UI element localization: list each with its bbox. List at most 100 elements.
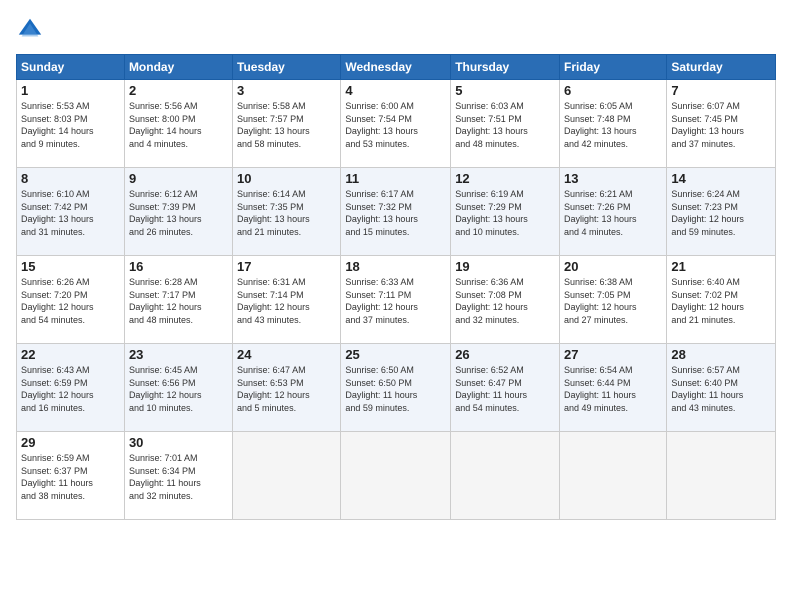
calendar-cell [341,432,451,520]
calendar-cell: 4 Sunrise: 6:00 AM Sunset: 7:54 PM Daylig… [341,80,451,168]
calendar-cell [451,432,560,520]
calendar-cell: 14 Sunrise: 6:24 AM Sunset: 7:23 PM Dayli… [667,168,776,256]
weekday-tuesday: Tuesday [233,55,341,80]
week-row-2: 8 Sunrise: 6:10 AM Sunset: 7:42 PM Daylig… [17,168,776,256]
calendar-cell: 29 Sunrise: 6:59 AM Sunset: 6:37 PM Dayli… [17,432,125,520]
day-number: 4 [345,83,446,98]
day-info: Sunrise: 6:54 AM Sunset: 6:44 PM Dayligh… [564,364,662,414]
day-info: Sunrise: 6:43 AM Sunset: 6:59 PM Dayligh… [21,364,120,414]
calendar-cell: 21 Sunrise: 6:40 AM Sunset: 7:02 PM Dayli… [667,256,776,344]
day-number: 17 [237,259,336,274]
calendar-cell: 20 Sunrise: 6:38 AM Sunset: 7:05 PM Dayli… [560,256,667,344]
weekday-friday: Friday [560,55,667,80]
day-number: 24 [237,347,336,362]
day-info: Sunrise: 5:53 AM Sunset: 8:03 PM Dayligh… [21,100,120,150]
day-info: Sunrise: 6:21 AM Sunset: 7:26 PM Dayligh… [564,188,662,238]
weekday-wednesday: Wednesday [341,55,451,80]
calendar-cell: 12 Sunrise: 6:19 AM Sunset: 7:29 PM Dayli… [451,168,560,256]
day-number: 21 [671,259,771,274]
day-number: 26 [455,347,555,362]
day-number: 16 [129,259,228,274]
day-number: 6 [564,83,662,98]
calendar-cell: 19 Sunrise: 6:36 AM Sunset: 7:08 PM Dayli… [451,256,560,344]
day-info: Sunrise: 6:33 AM Sunset: 7:11 PM Dayligh… [345,276,446,326]
day-info: Sunrise: 6:14 AM Sunset: 7:35 PM Dayligh… [237,188,336,238]
day-number: 13 [564,171,662,186]
calendar-cell [560,432,667,520]
day-number: 15 [21,259,120,274]
calendar-cell: 1Sunrise: 5:53 AM Sunset: 8:03 PM Daylig… [17,80,125,168]
day-number: 10 [237,171,336,186]
day-number: 22 [21,347,120,362]
day-info: Sunrise: 6:59 AM Sunset: 6:37 PM Dayligh… [21,452,120,502]
week-row-1: 1Sunrise: 5:53 AM Sunset: 8:03 PM Daylig… [17,80,776,168]
day-info: Sunrise: 7:01 AM Sunset: 6:34 PM Dayligh… [129,452,228,502]
calendar-cell: 11 Sunrise: 6:17 AM Sunset: 7:32 PM Dayli… [341,168,451,256]
calendar-cell: 13 Sunrise: 6:21 AM Sunset: 7:26 PM Dayli… [560,168,667,256]
calendar-cell: 15Sunrise: 6:26 AM Sunset: 7:20 PM Dayli… [17,256,125,344]
calendar-cell: 8 Sunrise: 6:10 AM Sunset: 7:42 PM Daylig… [17,168,125,256]
day-info: Sunrise: 6:12 AM Sunset: 7:39 PM Dayligh… [129,188,228,238]
weekday-thursday: Thursday [451,55,560,80]
day-info: Sunrise: 6:38 AM Sunset: 7:05 PM Dayligh… [564,276,662,326]
calendar-cell: 7Sunrise: 6:07 AM Sunset: 7:45 PM Daylig… [667,80,776,168]
day-info: Sunrise: 6:31 AM Sunset: 7:14 PM Dayligh… [237,276,336,326]
day-number: 20 [564,259,662,274]
calendar-cell [667,432,776,520]
day-number: 8 [21,171,120,186]
day-info: Sunrise: 6:05 AM Sunset: 7:48 PM Dayligh… [564,100,662,150]
day-info: Sunrise: 6:10 AM Sunset: 7:42 PM Dayligh… [21,188,120,238]
calendar-cell: 30 Sunrise: 7:01 AM Sunset: 6:34 PM Dayli… [124,432,232,520]
day-number: 3 [237,83,336,98]
day-number: 18 [345,259,446,274]
calendar-table: SundayMondayTuesdayWednesdayThursdayFrid… [16,54,776,520]
weekday-header-row: SundayMondayTuesdayWednesdayThursdayFrid… [17,55,776,80]
calendar-cell: 18 Sunrise: 6:33 AM Sunset: 7:11 PM Dayli… [341,256,451,344]
day-number: 29 [21,435,120,450]
day-info: Sunrise: 6:07 AM Sunset: 7:45 PM Dayligh… [671,100,771,150]
day-info: Sunrise: 6:24 AM Sunset: 7:23 PM Dayligh… [671,188,771,238]
day-info: Sunrise: 6:45 AM Sunset: 6:56 PM Dayligh… [129,364,228,414]
day-info: Sunrise: 5:56 AM Sunset: 8:00 PM Dayligh… [129,100,228,150]
logo [16,16,48,44]
day-number: 19 [455,259,555,274]
calendar-cell: 6 Sunrise: 6:05 AM Sunset: 7:48 PM Daylig… [560,80,667,168]
day-number: 30 [129,435,228,450]
day-info: Sunrise: 6:00 AM Sunset: 7:54 PM Dayligh… [345,100,446,150]
calendar-cell: 17 Sunrise: 6:31 AM Sunset: 7:14 PM Dayli… [233,256,341,344]
day-number: 11 [345,171,446,186]
day-info: Sunrise: 6:17 AM Sunset: 7:32 PM Dayligh… [345,188,446,238]
calendar-cell: 25 Sunrise: 6:50 AM Sunset: 6:50 PM Dayli… [341,344,451,432]
day-number: 25 [345,347,446,362]
day-info: Sunrise: 6:50 AM Sunset: 6:50 PM Dayligh… [345,364,446,414]
calendar-cell: 9Sunrise: 6:12 AM Sunset: 7:39 PM Daylig… [124,168,232,256]
day-info: Sunrise: 6:47 AM Sunset: 6:53 PM Dayligh… [237,364,336,414]
calendar-cell: 23 Sunrise: 6:45 AM Sunset: 6:56 PM Dayli… [124,344,232,432]
day-number: 12 [455,171,555,186]
day-number: 5 [455,83,555,98]
calendar-cell: 2Sunrise: 5:56 AM Sunset: 8:00 PM Daylig… [124,80,232,168]
week-row-5: 29 Sunrise: 6:59 AM Sunset: 6:37 PM Dayli… [17,432,776,520]
weekday-sunday: Sunday [17,55,125,80]
week-row-3: 15Sunrise: 6:26 AM Sunset: 7:20 PM Dayli… [17,256,776,344]
weekday-monday: Monday [124,55,232,80]
calendar-cell: 27 Sunrise: 6:54 AM Sunset: 6:44 PM Dayli… [560,344,667,432]
calendar-cell: 28Sunrise: 6:57 AM Sunset: 6:40 PM Dayli… [667,344,776,432]
day-number: 23 [129,347,228,362]
day-info: Sunrise: 6:03 AM Sunset: 7:51 PM Dayligh… [455,100,555,150]
day-info: Sunrise: 6:36 AM Sunset: 7:08 PM Dayligh… [455,276,555,326]
day-number: 27 [564,347,662,362]
day-number: 14 [671,171,771,186]
day-info: Sunrise: 5:58 AM Sunset: 7:57 PM Dayligh… [237,100,336,150]
calendar-cell: 24 Sunrise: 6:47 AM Sunset: 6:53 PM Dayli… [233,344,341,432]
week-row-4: 22 Sunrise: 6:43 AM Sunset: 6:59 PM Dayli… [17,344,776,432]
day-info: Sunrise: 6:19 AM Sunset: 7:29 PM Dayligh… [455,188,555,238]
calendar-cell [233,432,341,520]
page: SundayMondayTuesdayWednesdayThursdayFrid… [0,0,792,612]
weekday-saturday: Saturday [667,55,776,80]
calendar-cell: 26Sunrise: 6:52 AM Sunset: 6:47 PM Dayli… [451,344,560,432]
day-info: Sunrise: 6:28 AM Sunset: 7:17 PM Dayligh… [129,276,228,326]
calendar-cell: 3 Sunrise: 5:58 AM Sunset: 7:57 PM Daylig… [233,80,341,168]
day-info: Sunrise: 6:40 AM Sunset: 7:02 PM Dayligh… [671,276,771,326]
calendar-cell: 5 Sunrise: 6:03 AM Sunset: 7:51 PM Daylig… [451,80,560,168]
